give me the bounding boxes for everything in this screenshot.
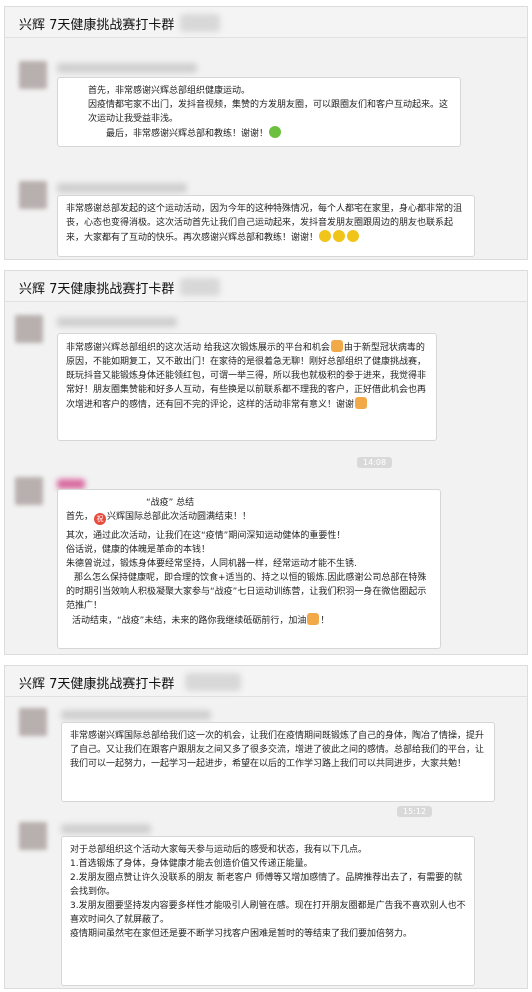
sender-name-redacted [61, 710, 211, 720]
message-line: 因疫情都宅家不出门，发抖音视频，集赞的方发朋友圈，可以跟圈友们和客户互动起来。这… [88, 100, 449, 124]
redacted-title-suffix [180, 14, 220, 32]
message-line: 疫情期间虽然宅在家但还是要不断学习找客户困难是暂时的等结束了我们要加倍努力。 [70, 929, 413, 939]
message-text: 非常感谢总部发起的这个运动活动，因为今年的这种特殊情况，每个人都宅在家里，身心都… [66, 204, 463, 243]
redacted-title-suffix [185, 673, 241, 691]
message-line: 3.发朋友圈要坚持发内容要多样性才能吸引人刷管在感。现在打开朋友圈都是广告我不喜… [70, 901, 466, 925]
grin-emoji-icon [333, 230, 346, 242]
avatar[interactable] [19, 181, 47, 209]
message-text: 非常感谢兴辉国际总部给我们这一次的机会，让我们在疫情期间既锻炼了自己的身体，陶冶… [70, 731, 485, 769]
avatar[interactable] [19, 822, 47, 850]
screenshot-collage: 兴辉 7天健康挑战赛打卡群 首先，非常感谢兴辉总部组织健康运动。 因疫情都宅家不… [0, 0, 532, 992]
message-line: 2.发朋友圈点赞让许久没联系的朋友 新老客户 师傅等又增加感情了。品牌推荐出去了… [70, 873, 463, 897]
redacted-title-suffix [180, 278, 220, 296]
sender-name-redacted [57, 63, 197, 73]
sender-name-redacted [57, 317, 177, 327]
strong-arm-emoji-icon [330, 340, 343, 352]
strong-arm-emoji-icon [307, 613, 320, 625]
message-line: 其次，通过此次活动，让我们在这“疫情”期间深知运动健体的重要性！ [66, 531, 346, 541]
message-bubble[interactable]: 首先，非常感谢兴辉总部组织健康运动。 因疫情都宅家不出门，发抖音视频，集赞的方发… [57, 77, 461, 147]
grin-emoji-icon [347, 230, 360, 242]
message-line: 活动结束，“战疫”未结，未来的路你我继续砥砺前行，加油 ！ [66, 613, 432, 628]
avatar[interactable] [15, 315, 43, 343]
timestamp: 14:08 [357, 457, 393, 468]
chat-title: 兴辉 7天健康挑战赛打卡群 [19, 282, 175, 297]
message-line: 朱德曾说过，锻炼身体要经常坚持，人同机器一样，经常运动才能不生锈. [66, 559, 357, 569]
blessing-badge-icon: 祝 [94, 513, 107, 525]
message-bubble[interactable]: “战疫” 总结 首先，祝兴辉国际总部此次活动圆满结束！！ 其次，通过此次活动，让… [57, 489, 441, 649]
message-text: 由于新型冠状病毒的原因，不能如期复工，又不敢出门！在家待的是很着急无聊！刚好总部… [66, 343, 427, 410]
message-bubble[interactable]: 非常感谢总部发起的这个运动活动，因为今年的这种特殊情况，每个人都宅在家里，身心都… [57, 195, 475, 257]
message-text: 最后，非常感谢兴辉总部和教练！谢谢！ [106, 129, 269, 139]
message-line: 俗话说，健康的体魄是革命的本钱！ [66, 545, 211, 555]
chat-panel-3: 兴辉 7天健康挑战赛打卡群 非常感谢兴辉国际总部给我们这一次的机会，让我们在疫情… [4, 665, 528, 989]
chat-panel-1: 兴辉 7天健康挑战赛打卡群 首先，非常感谢兴辉总部组织健康运动。 因疫情都宅家不… [4, 6, 528, 260]
message-bubble[interactable]: 非常感谢兴辉总部组织的这次活动 给我这次锻炼展示的平台和机会 由于新型冠状病毒的原… [57, 333, 437, 441]
timestamp: 15:12 [397, 806, 433, 817]
chat-header: 兴辉 7天健康挑战赛打卡群 [5, 666, 527, 697]
chat-header: 兴辉 7天健康挑战赛打卡群 [5, 7, 527, 38]
avatar[interactable] [19, 708, 47, 736]
chat-header: 兴辉 7天健康挑战赛打卡群 [5, 271, 527, 302]
message-bubble[interactable]: 非常感谢兴辉国际总部给我们这一次的机会，让我们在疫情期间既锻炼了自己的身体，陶冶… [61, 722, 495, 802]
grin-emoji-icon [319, 230, 332, 242]
chat-panel-2: 兴辉 7天健康挑战赛打卡群 非常感谢兴辉总部组织的这次活动 给我这次锻炼展示的平… [4, 270, 528, 655]
message-line: 最后，非常感谢兴辉总部和教练！谢谢！ [88, 126, 452, 141]
message-line: 1.首选锻炼了身体，身体健康才能去创造价值又传递正能量。 [70, 859, 313, 869]
message-text: 首先， [66, 512, 94, 522]
emoji-icon [269, 126, 282, 138]
message-bubble[interactable]: 对于总部组织这个活动大家每天参与运动后的感受和状态，我有以下几点。 1.首选锻炼… [61, 836, 475, 986]
message-line: 那么怎么保持健康呢，即合理的饮食+适当的、持之以恒的锻炼.因此感谢公司总部在特殊… [66, 573, 427, 611]
message-line: “战疫” 总结 [146, 498, 195, 508]
chat-title: 兴辉 7天健康挑战赛打卡群 [19, 18, 175, 33]
strong-arm-emoji-icon [355, 397, 368, 409]
message-text: 兴辉国际总部此次活动圆满结束！！ [107, 512, 252, 522]
sender-name-redacted [57, 183, 187, 193]
sender-name-redacted [61, 824, 151, 834]
avatar[interactable] [19, 61, 47, 89]
sender-name-redacted [57, 479, 85, 489]
message-text: ！ [320, 616, 330, 626]
chat-title: 兴辉 7天健康挑战赛打卡群 [19, 677, 175, 692]
avatar[interactable] [15, 477, 43, 505]
message-line: 首先，非常感谢兴辉总部组织健康运动。 [88, 86, 251, 96]
message-text: 活动结束，“战疫”未结，未来的路你我继续砥砺前行，加油 [72, 616, 307, 626]
message-text: 非常感谢兴辉总部组织的这次活动 给我这次锻炼展示的平台和机会 [66, 343, 330, 353]
message-line: 首先，祝兴辉国际总部此次活动圆满结束！！ [66, 510, 432, 525]
message-line: 对于总部组织这个活动大家每天参与运动后的感受和状态，我有以下几点。 [70, 845, 368, 855]
